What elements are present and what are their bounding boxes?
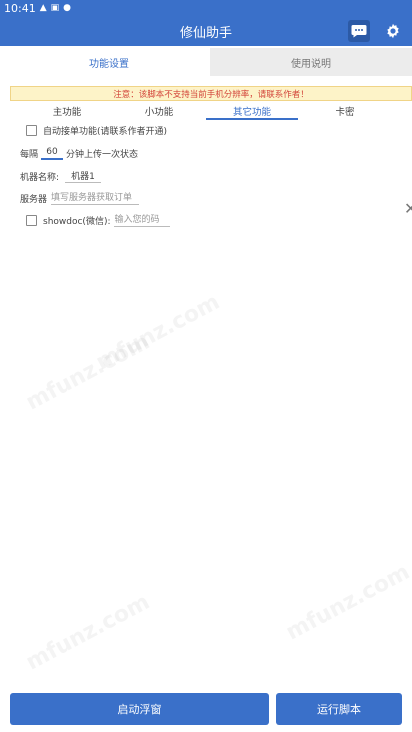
app-title: 修仙助手 (179, 25, 232, 41)
server-input[interactable] (51, 191, 140, 205)
machine-name-label: 机器名称: (20, 172, 60, 183)
settings-button[interactable] (382, 20, 404, 42)
server-row: 服务器 (20, 191, 140, 205)
machine-name-row: 机器名称: (20, 169, 102, 183)
interval-input[interactable] (41, 146, 64, 160)
auto-order-checkbox[interactable] (26, 125, 37, 136)
interval-row: 每隔 分钟上传一次状态 (20, 146, 138, 160)
main-tabs: 功能设置 使用说明 (8, 48, 412, 76)
signal-icon: ▲ (39, 2, 47, 13)
gear-icon (387, 23, 399, 39)
dot-icon: ● (63, 2, 71, 13)
sub-tabs: 主功能 小功能 其它功能 卡密 (20, 104, 412, 120)
side-drawer-handle[interactable]: ✕ (404, 198, 412, 220)
start-float-window-button[interactable]: 启动浮窗 (10, 693, 269, 725)
status-time: 10:41 (4, 1, 36, 15)
machine-name-input[interactable] (65, 169, 102, 183)
subtab-card-key[interactable]: 卡密 (332, 104, 358, 120)
tab-instructions[interactable]: 使用说明 (210, 48, 412, 76)
showdoc-checkbox[interactable] (26, 214, 37, 226)
image-notification-icon: ▣ (50, 2, 60, 13)
run-script-button[interactable]: 运行脚本 (276, 693, 402, 725)
interval-suffix: 分钟上传一次状态 (66, 149, 139, 160)
auto-order-row: 自动接单功能(请联系作者开通) (26, 124, 167, 137)
showdoc-input[interactable] (114, 213, 171, 227)
notice-banner: 注意：该脚本不支持当前手机分辨率，请联系作者！ (10, 86, 412, 101)
app-bar: 修仙助手 (0, 16, 412, 46)
watermark: mfunz.com (22, 589, 154, 676)
showdoc-label: showdoc(微信): (43, 216, 111, 227)
subtab-main-function[interactable]: 主功能 (50, 104, 84, 120)
auto-order-label: 自动接单功能(请联系作者开通) (43, 127, 168, 137)
watermark: mfunz.com (22, 329, 154, 416)
server-label: 服务器 (20, 194, 48, 205)
subtab-other-function[interactable]: 其它功能 (206, 104, 298, 120)
showdoc-row: showdoc(微信): (26, 213, 171, 227)
watermark: mfunz.com (282, 559, 412, 646)
watermark: mfunz.com (92, 289, 224, 376)
tab-function-settings[interactable]: 功能设置 (8, 48, 210, 76)
interval-prefix: 每隔 (20, 149, 39, 160)
chat-button[interactable] (348, 20, 370, 42)
chat-bubble-icon (351, 25, 367, 38)
subtab-small-function[interactable]: 小功能 (142, 104, 176, 120)
status-bar: 10:41 ▲ ▣ ● (0, 0, 412, 16)
